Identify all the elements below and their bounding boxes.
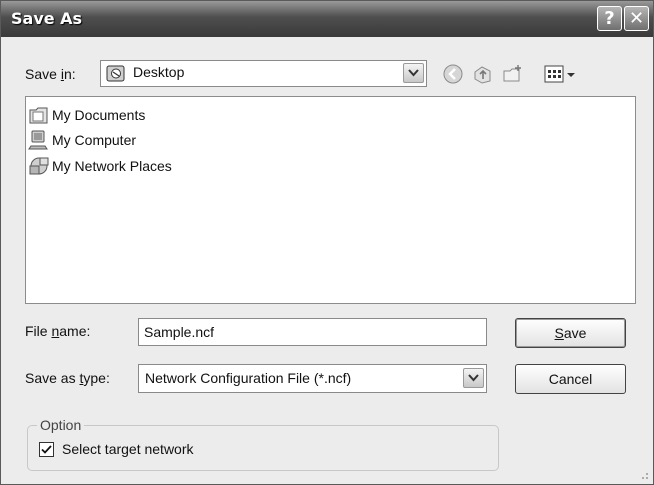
cancel-button-label: Cancel <box>548 371 593 387</box>
list-item[interactable]: My Network Places <box>28 154 172 178</box>
save-button[interactable]: Save <box>515 318 626 348</box>
select-target-network-label[interactable]: Select target network <box>62 441 194 457</box>
my-computer-icon <box>28 130 48 150</box>
file-name-value: Sample.ncf <box>144 324 215 340</box>
save-in-dropdown-arrow[interactable] <box>403 63 424 83</box>
file-name-label: My Computer <box>52 132 137 148</box>
new-folder-icon[interactable] <box>502 63 524 85</box>
file-name-label: File name: <box>25 323 91 339</box>
my-documents-icon <box>29 107 48 124</box>
save-in-label: Save in: <box>25 66 76 82</box>
save-in-value: Desktop <box>133 64 185 80</box>
file-name-label: My Network Places <box>52 158 172 174</box>
help-icon: ? <box>604 8 615 29</box>
view-menu-icon[interactable] <box>543 63 579 85</box>
file-name-input[interactable]: Sample.ncf <box>138 318 487 346</box>
close-icon: ✕ <box>628 8 645 29</box>
select-target-network-checkbox[interactable] <box>39 442 54 457</box>
checkmark-icon <box>41 445 52 454</box>
back-icon[interactable] <box>442 63 464 85</box>
list-item[interactable]: My Documents <box>28 103 145 127</box>
list-item[interactable]: My Computer <box>28 128 136 152</box>
chevron-down-icon <box>468 374 479 382</box>
close-button[interactable]: ✕ <box>624 6 649 31</box>
chevron-down-icon <box>408 69 419 77</box>
save-as-type-dropdown-arrow[interactable] <box>463 368 484 388</box>
cancel-button[interactable]: Cancel <box>515 364 626 394</box>
help-button[interactable]: ? <box>597 6 622 31</box>
up-folder-icon[interactable] <box>472 63 494 85</box>
window-title: Save As <box>11 9 83 28</box>
desktop-icon <box>106 65 125 82</box>
option-group-title: Option <box>37 417 85 433</box>
save-as-type-value: Network Configuration File (*.ncf) <box>145 370 352 386</box>
save-in-dropdown[interactable]: Desktop <box>100 60 427 87</box>
resize-grip-icon[interactable] <box>639 470 649 480</box>
save-as-type-dropdown[interactable]: Network Configuration File (*.ncf) <box>138 364 487 393</box>
file-list[interactable]: My Documents My Computer My Network Plac… <box>25 96 636 304</box>
save-as-dialog: Save As ? ✕ Save in: Desktop My Document… <box>0 0 654 485</box>
title-bar[interactable]: Save As ? ✕ <box>1 1 653 37</box>
file-name-label: My Documents <box>52 107 146 123</box>
save-button-label: Save <box>554 325 587 341</box>
save-as-type-label: Save as type: <box>25 370 110 386</box>
network-places-icon <box>29 157 49 175</box>
